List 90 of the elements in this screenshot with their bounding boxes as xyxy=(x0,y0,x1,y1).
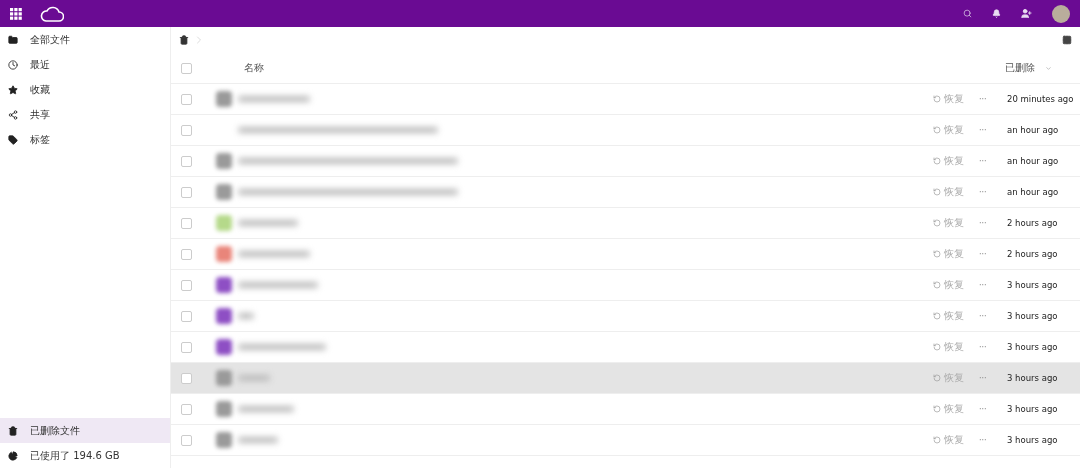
sidebar-item[interactable]: 已使用了 194.6 GB xyxy=(0,443,170,468)
undo-icon xyxy=(933,281,941,289)
restore-button[interactable]: 恢复 xyxy=(933,340,979,354)
row-checkbox[interactable] xyxy=(181,341,192,353)
blurred-file-name xyxy=(238,251,310,257)
deleted-time: 20 minutes ago xyxy=(1007,94,1075,104)
folder-icon xyxy=(8,34,18,45)
more-button[interactable]: ··· xyxy=(979,218,1007,228)
blurred-file-name xyxy=(238,96,310,102)
star-icon xyxy=(8,84,18,95)
row-checkbox[interactable] xyxy=(181,248,192,260)
bell-icon[interactable] xyxy=(992,9,1001,18)
more-button[interactable]: ··· xyxy=(979,404,1007,414)
restore-button[interactable]: 恢复 xyxy=(933,247,979,261)
undo-icon xyxy=(933,95,941,103)
restore-button[interactable]: 恢复 xyxy=(933,185,979,199)
row-checkbox[interactable] xyxy=(181,186,192,198)
sidebar-item[interactable]: 标签 xyxy=(0,127,170,152)
more-button[interactable]: ··· xyxy=(979,342,1007,352)
contacts-icon[interactable] xyxy=(1021,8,1032,19)
sidebar-item[interactable]: 全部文件 xyxy=(0,27,170,52)
sidebar-item[interactable]: 已删除文件 xyxy=(0,418,170,443)
restore-button[interactable]: 恢复 xyxy=(933,309,979,323)
sidebar-item[interactable]: 最近 xyxy=(0,52,170,77)
undo-icon xyxy=(933,250,941,258)
row-checkbox[interactable] xyxy=(181,434,192,446)
more-button[interactable]: ··· xyxy=(979,280,1007,290)
blurred-file-name xyxy=(238,313,254,319)
restore-button[interactable]: 恢复 xyxy=(933,278,979,292)
row-checkbox[interactable] xyxy=(181,372,192,384)
row-checkbox[interactable] xyxy=(181,217,192,229)
more-button[interactable]: ··· xyxy=(979,373,1007,383)
trash-icon[interactable] xyxy=(179,35,189,45)
trash-icon xyxy=(8,425,18,436)
search-icon[interactable] xyxy=(963,9,972,18)
deleted-time: 3 hours ago xyxy=(1007,342,1059,352)
more-button[interactable]: ··· xyxy=(979,311,1007,321)
row-checkbox[interactable] xyxy=(181,310,192,322)
sort-caret-icon xyxy=(1045,64,1052,72)
deleted-time: 3 hours ago xyxy=(1007,280,1059,290)
restore-button[interactable]: 恢复 xyxy=(933,216,979,230)
blurred-file-name xyxy=(238,406,294,412)
row-checkbox[interactable] xyxy=(181,124,192,136)
more-button[interactable]: ··· xyxy=(979,249,1007,259)
restore-button[interactable]: 恢复 xyxy=(933,402,979,416)
more-button[interactable]: ··· xyxy=(979,125,1007,135)
select-all-checkbox[interactable] xyxy=(181,62,192,74)
pie-icon xyxy=(8,450,18,461)
row-checkbox[interactable] xyxy=(181,403,192,415)
share-icon xyxy=(8,109,18,120)
clock-icon xyxy=(8,59,18,70)
deleted-time: 3 hours ago xyxy=(1007,311,1059,321)
cloud-logo-icon[interactable] xyxy=(40,5,64,22)
tag-icon xyxy=(8,134,18,145)
deleted-time: 3 hours ago xyxy=(1007,404,1059,414)
undo-icon xyxy=(933,436,941,444)
undo-icon xyxy=(933,157,941,165)
undo-icon xyxy=(933,188,941,196)
deleted-time: 3 hours ago xyxy=(1007,435,1059,445)
restore-button[interactable]: 恢复 xyxy=(933,154,979,168)
deleted-time: an hour ago xyxy=(1007,187,1060,197)
undo-icon xyxy=(933,374,941,382)
sidebar-item[interactable]: 收藏 xyxy=(0,77,170,102)
undo-icon xyxy=(933,343,941,351)
more-button[interactable]: ··· xyxy=(979,156,1007,166)
more-button[interactable]: ··· xyxy=(979,187,1007,197)
deleted-time: an hour ago xyxy=(1007,156,1060,166)
deleted-time: 3 hours ago xyxy=(1007,373,1059,383)
restore-button[interactable]: 恢复 xyxy=(933,433,979,447)
more-button[interactable]: ··· xyxy=(979,94,1007,104)
undo-icon xyxy=(933,312,941,320)
user-avatar[interactable] xyxy=(1052,4,1070,23)
undo-icon xyxy=(933,126,941,134)
restore-button[interactable]: 恢复 xyxy=(933,123,979,137)
deleted-time: 2 hours ago xyxy=(1007,249,1059,259)
blurred-file-name xyxy=(238,437,278,443)
deleted-time: 2 hours ago xyxy=(1007,218,1059,228)
undo-icon xyxy=(933,405,941,413)
row-checkbox[interactable] xyxy=(181,155,192,167)
column-header[interactable]: 已删除 xyxy=(1005,61,1045,75)
column-header[interactable]: 名称 xyxy=(244,61,264,75)
more-button[interactable]: ··· xyxy=(979,435,1007,445)
sidebar-item[interactable]: 共享 xyxy=(0,102,170,127)
deleted-time: an hour ago xyxy=(1007,125,1060,135)
row-checkbox[interactable] xyxy=(181,279,192,291)
undo-icon xyxy=(933,219,941,227)
blurred-file-name xyxy=(238,220,298,226)
app-grid-icon[interactable] xyxy=(10,7,22,20)
row-checkbox[interactable] xyxy=(181,93,192,105)
restore-button[interactable]: 恢复 xyxy=(933,92,979,106)
